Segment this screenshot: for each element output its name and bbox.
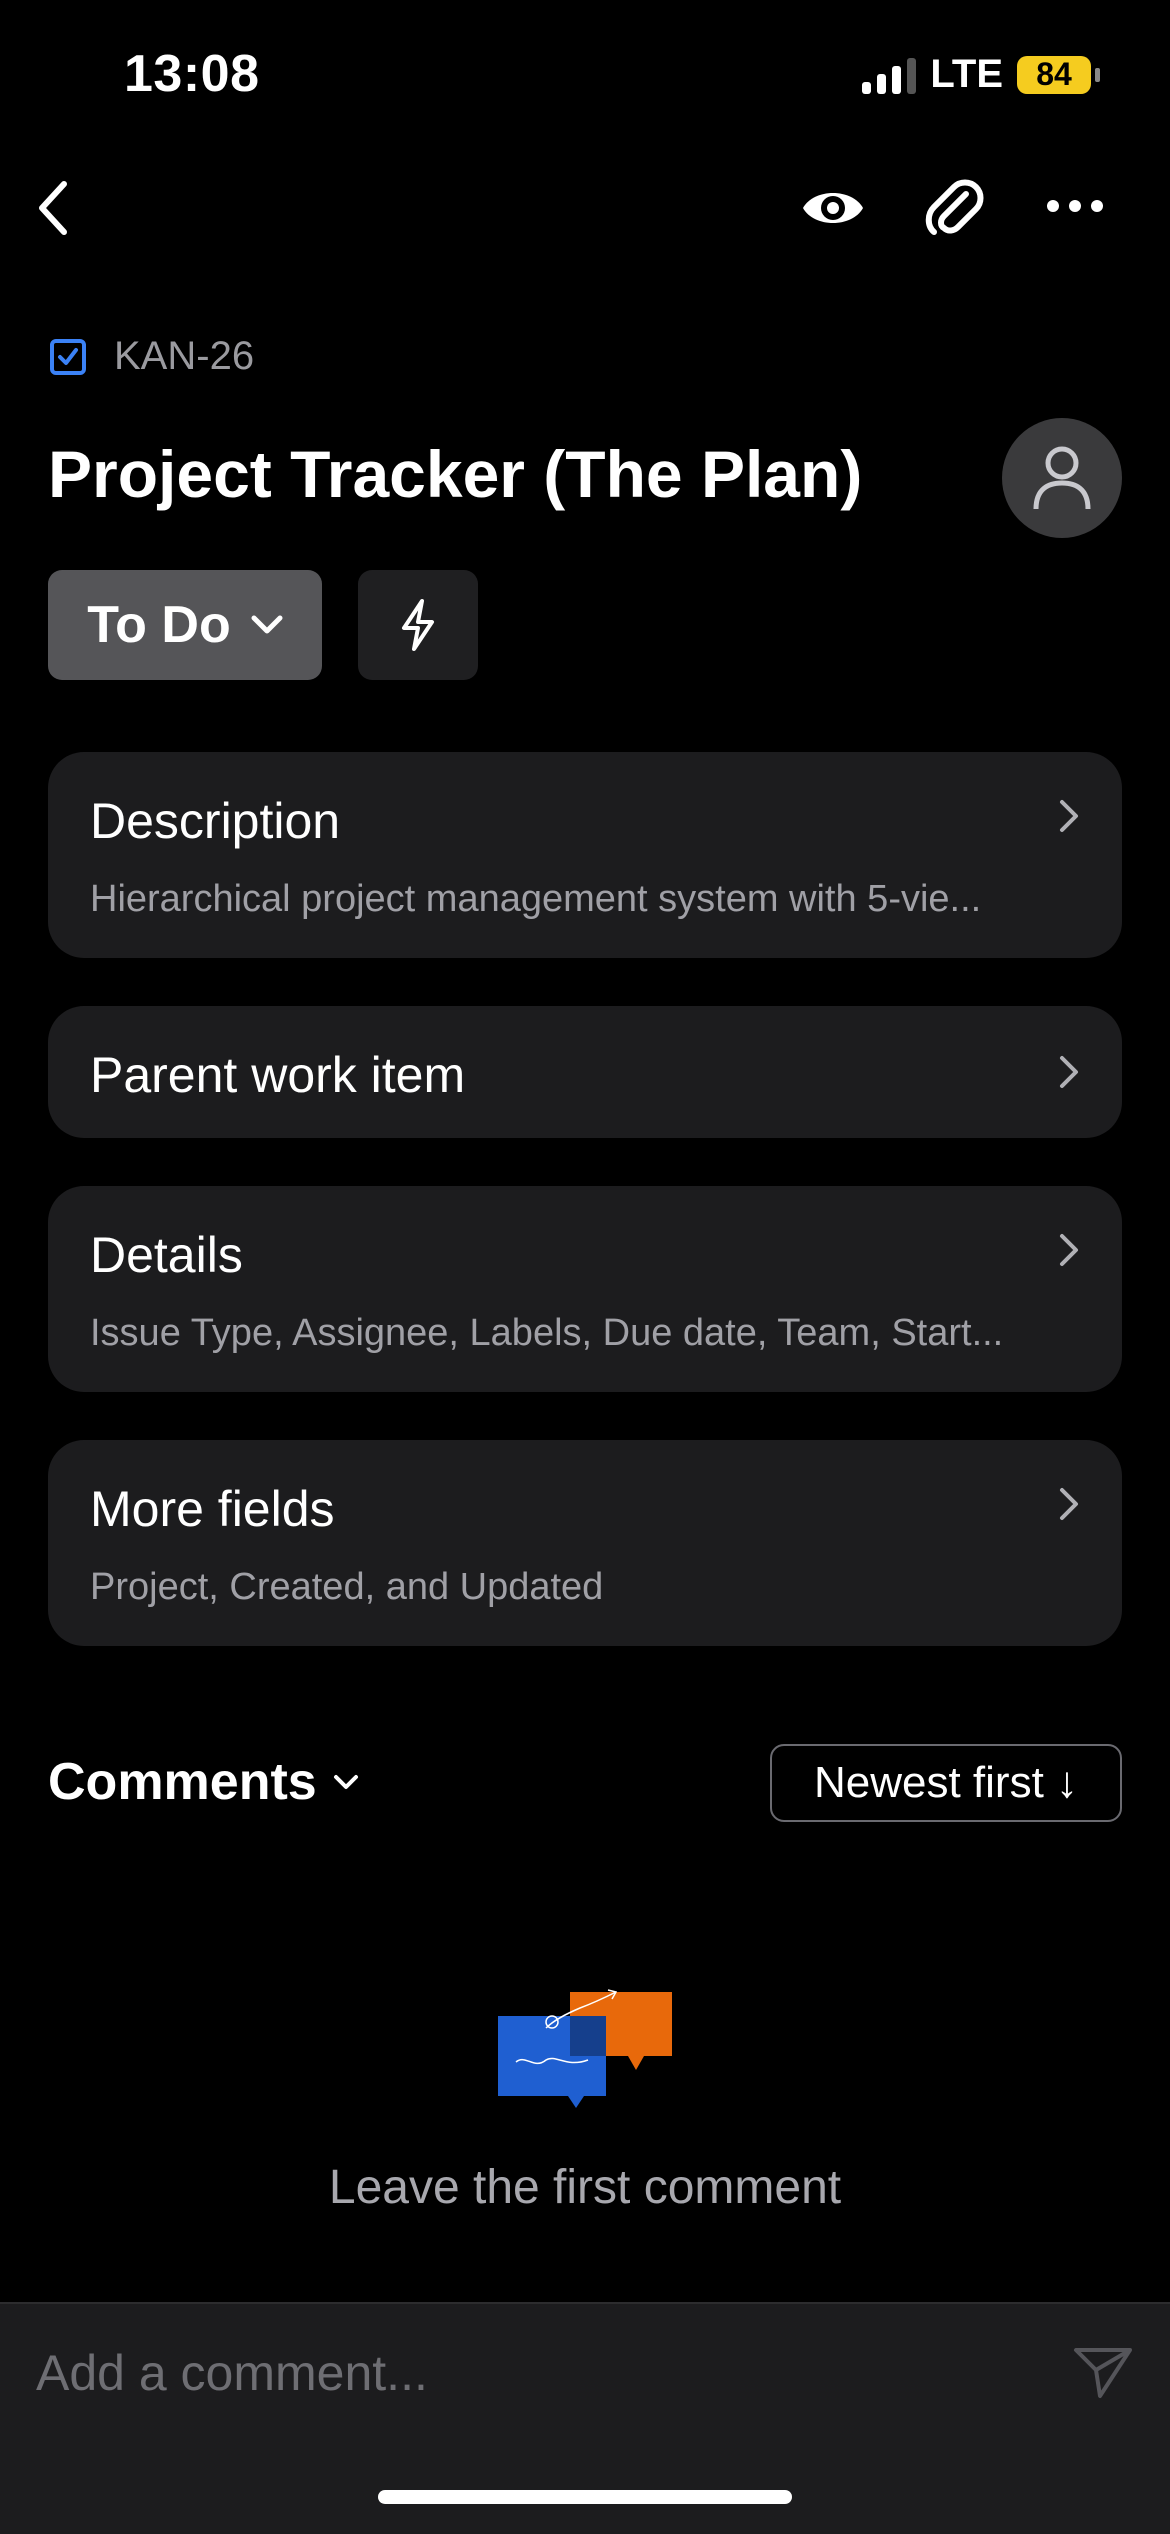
assignee-avatar[interactable] — [1002, 418, 1122, 538]
network-label: LTE — [930, 52, 1003, 96]
back-chevron-icon[interactable] — [34, 178, 74, 243]
more-fields-card[interactable]: More fields Project, Created, and Update… — [48, 1440, 1122, 1646]
comment-input[interactable] — [34, 2336, 1038, 2410]
status-time: 13:08 — [124, 45, 260, 103]
details-card[interactable]: Details Issue Type, Assignee, Labels, Du… — [48, 1186, 1122, 1392]
bolt-icon — [402, 599, 434, 651]
chevron-right-icon — [1060, 1488, 1078, 1520]
signal-icon — [862, 56, 917, 94]
empty-comments-illustration — [496, 1984, 676, 2115]
home-indicator — [378, 2490, 792, 2504]
chevron-down-icon — [251, 615, 283, 634]
details-title: Details — [90, 1227, 243, 1283]
issue-key[interactable]: KAN-26 — [114, 334, 254, 379]
parent-work-item-card[interactable]: Parent work item — [48, 1006, 1122, 1138]
user-icon — [1033, 446, 1091, 510]
description-card[interactable]: Description Hierarchical project managem… — [48, 752, 1122, 958]
more-fields-preview: Project, Created, and Updated — [90, 1566, 604, 1608]
status-dropdown[interactable]: To Do — [48, 570, 322, 680]
checkbox-icon — [50, 338, 86, 375]
issue-key-row: KAN-26 — [50, 334, 254, 379]
send-icon[interactable] — [1072, 2344, 1134, 2405]
paperclip-icon[interactable] — [924, 176, 984, 245]
chevron-right-icon — [1060, 800, 1078, 832]
chevron-down-icon — [333, 1775, 358, 1789]
eye-icon[interactable] — [800, 180, 866, 241]
empty-comments-text: Leave the first comment — [328, 2161, 842, 2214]
automation-button[interactable] — [358, 570, 478, 680]
parent-work-item-title: Parent work item — [90, 1047, 466, 1103]
status-label: To Do — [87, 596, 231, 654]
sort-button[interactable]: Newest first ↓ — [770, 1744, 1122, 1822]
chevron-right-icon — [1060, 1234, 1078, 1266]
more-fields-title: More fields — [90, 1481, 335, 1537]
more-icon[interactable] — [1046, 198, 1104, 219]
status-indicators: LTE 84 — [862, 52, 1100, 97]
details-preview: Issue Type, Assignee, Labels, Due date, … — [90, 1312, 1004, 1354]
description-title: Description — [90, 793, 341, 849]
comments-label: Comments — [48, 1753, 317, 1811]
battery-level: 84 — [1017, 55, 1091, 94]
battery-icon: 84 — [1017, 55, 1100, 94]
chevron-right-icon — [1060, 1056, 1078, 1088]
issue-title[interactable]: Project Tracker (The Plan) — [48, 436, 862, 512]
comments-filter[interactable]: Comments — [48, 1752, 359, 1812]
description-preview: Hierarchical project management system w… — [90, 878, 982, 920]
